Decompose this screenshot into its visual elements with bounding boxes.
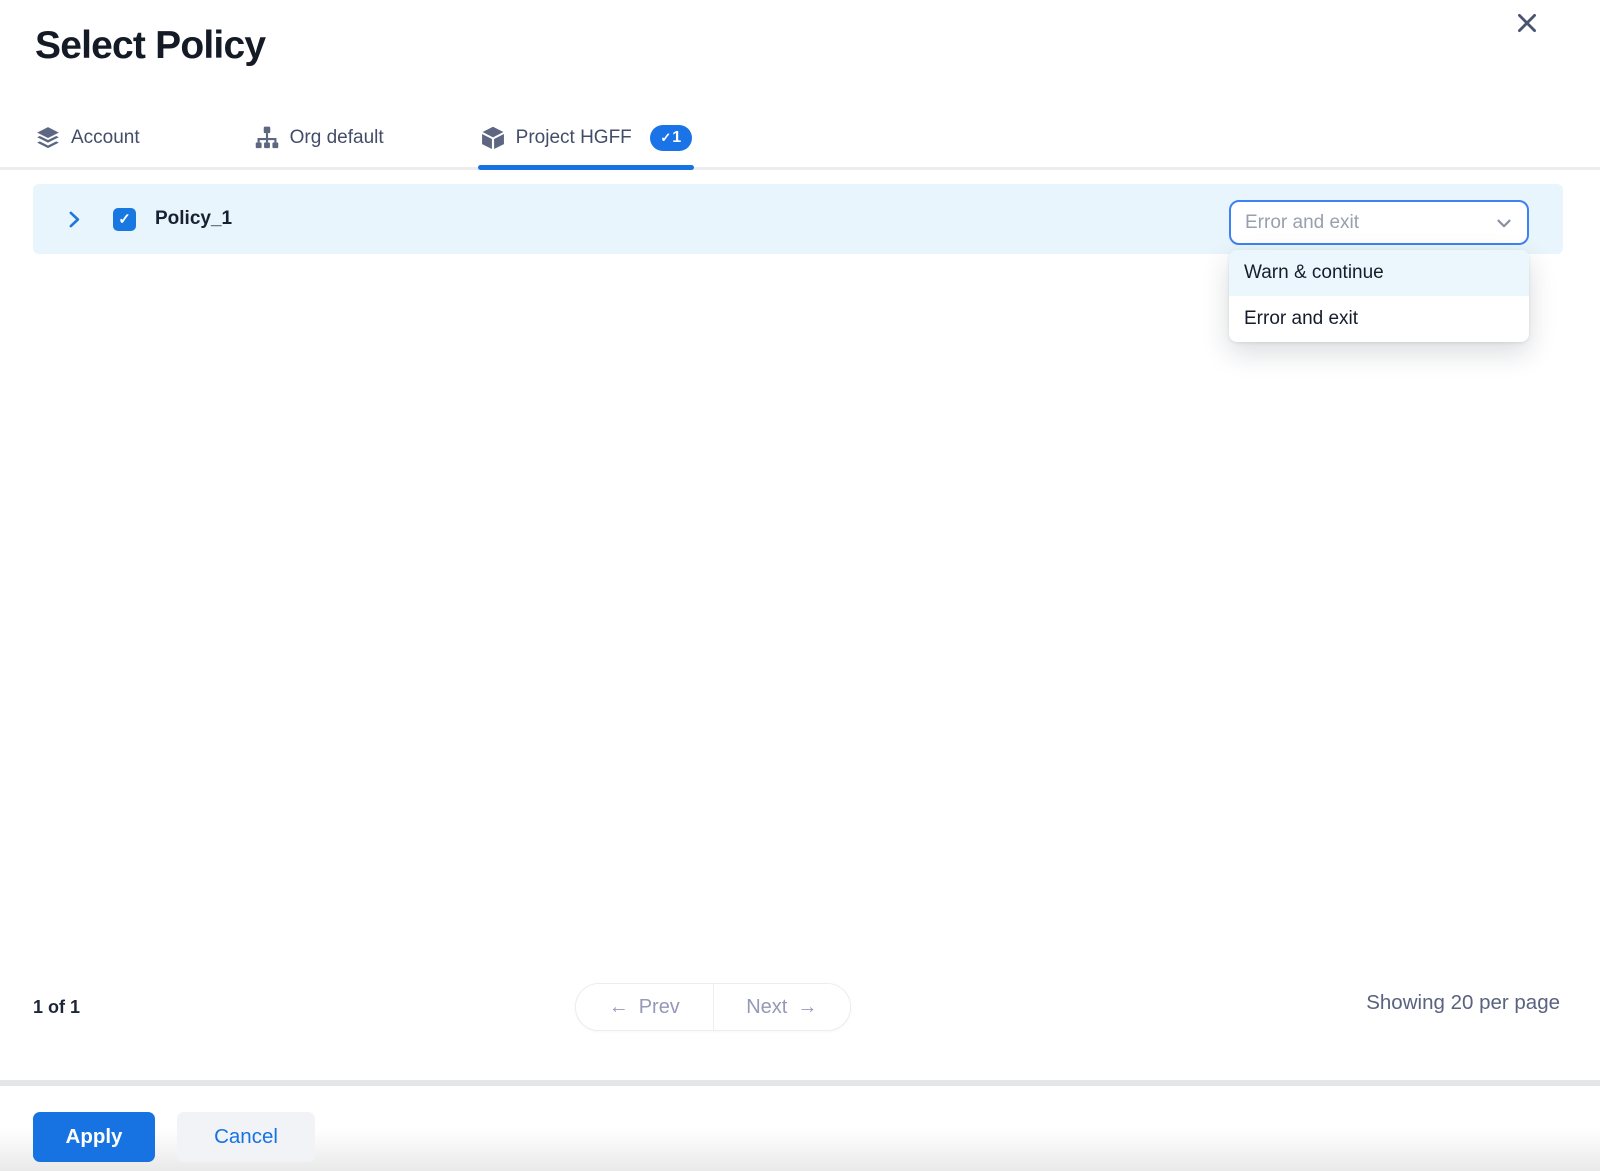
tab-label: Org default: [290, 127, 384, 149]
org-chart-icon: [254, 125, 280, 151]
footer-divider: [0, 1080, 1600, 1086]
chevron-down-icon: [1493, 212, 1515, 234]
tabs-bar: Account Org default: [0, 108, 1600, 170]
check-icon: ✓: [118, 212, 131, 227]
cancel-button[interactable]: Cancel: [177, 1112, 315, 1162]
tab-account[interactable]: Account: [35, 108, 140, 167]
next-page-button[interactable]: Next →: [714, 984, 851, 1030]
page-info: 1 of 1: [33, 997, 80, 1018]
chevron-right-icon: [63, 209, 84, 230]
pager: ← Prev Next →: [575, 983, 851, 1031]
policy-row: ✓ Policy_1 Error and exit: [33, 184, 1563, 254]
check-icon: ✓: [660, 130, 671, 146]
close-button[interactable]: [1510, 6, 1544, 40]
select-policy-dialog: Select Policy Account: [0, 0, 1600, 1171]
selected-count-badge: ✓ 1: [650, 125, 692, 151]
layers-icon: [35, 125, 61, 151]
tab-project-hgff[interactable]: Project HGFF ✓ 1: [480, 108, 692, 167]
arrow-right-icon: →: [797, 996, 817, 1019]
arrow-left-icon: ←: [609, 996, 629, 1019]
select-value: Error and exit: [1245, 212, 1359, 234]
tab-label: Account: [71, 127, 140, 149]
per-page-info: Showing 20 per page: [1366, 991, 1560, 1015]
prev-page-button[interactable]: ← Prev: [576, 984, 714, 1030]
expand-row-button[interactable]: [61, 207, 85, 231]
tab-label: Project HGFF: [516, 127, 632, 149]
menu-option-warn-continue[interactable]: Warn & continue: [1229, 250, 1529, 296]
close-icon: [1514, 10, 1540, 36]
policy-checkbox[interactable]: ✓: [113, 208, 136, 231]
tab-org-default[interactable]: Org default: [254, 108, 384, 167]
badge-count: 1: [672, 129, 681, 147]
next-label: Next: [746, 996, 787, 1019]
select-dropdown-menu: Warn & continue Error and exit: [1229, 250, 1529, 342]
policy-action-select[interactable]: Error and exit: [1229, 200, 1529, 245]
prev-label: Prev: [639, 996, 680, 1019]
apply-button[interactable]: Apply: [33, 1112, 155, 1162]
policy-name: Policy_1: [155, 208, 232, 230]
menu-option-error-exit[interactable]: Error and exit: [1229, 296, 1529, 342]
cube-icon: [480, 125, 506, 151]
page-title: Select Policy: [35, 24, 265, 68]
